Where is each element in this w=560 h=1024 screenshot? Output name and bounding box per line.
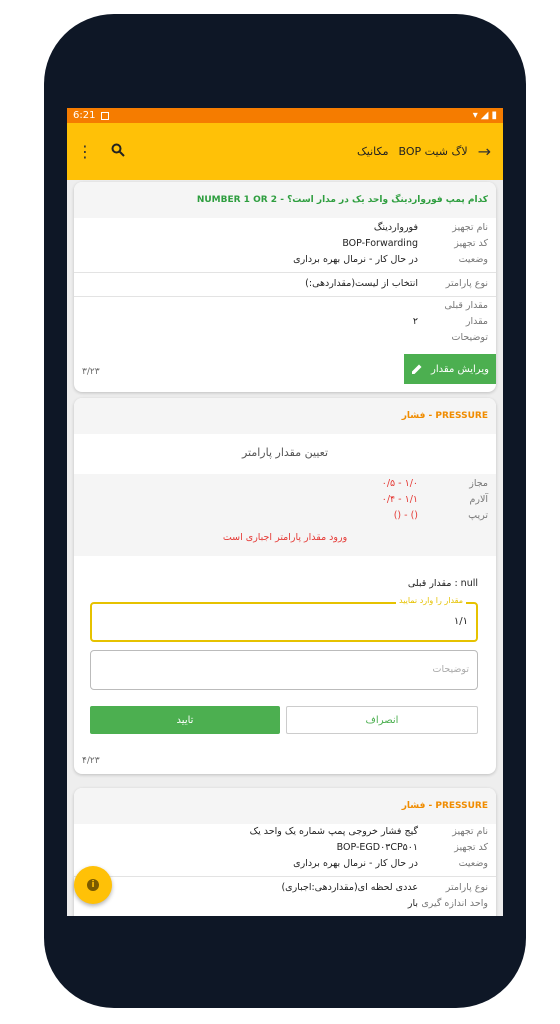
alarm-range: ۱/۱ - ۰/۴ — [381, 494, 418, 505]
battery-icon: ▮ — [491, 110, 497, 121]
status-time: 6:21 — [73, 110, 96, 121]
label-equipment-code: کد تجهیز — [454, 842, 488, 853]
description-placeholder: توضیحات — [432, 664, 469, 675]
divider — [74, 876, 496, 877]
wifi-icon: ▾ — [472, 110, 478, 121]
label-equipment-name: نام تجهیز — [452, 826, 488, 837]
card-title: فشار - PRESSURE — [401, 801, 488, 811]
current-value: ۲ — [412, 316, 418, 327]
search-icon[interactable] — [111, 142, 125, 161]
description-input[interactable]: توضیحات — [90, 650, 478, 690]
required-message: ورود مقدار پارامتر اجباری است — [222, 532, 348, 543]
limits-block: مجاز ۱/۰ - ۰/۵ آلارم ۱/۱ - ۰/۴ تریپ () -… — [74, 474, 496, 556]
value-input[interactable]: مقدار را وارد نمایید ۱/۱ — [90, 596, 478, 642]
label-equipment-name: نام تجهیز — [452, 222, 488, 233]
back-arrow-icon[interactable]: → — [478, 142, 491, 161]
app-bar: ⋮ → لاگ شیت BOP مکانیک — [67, 123, 503, 180]
card-question: کدام پمپ فورواردینگ واحد یک در مدار است؟… — [196, 195, 488, 205]
parameter-card-pressure-gauge: فشار - PRESSURE نام تجهیز گیج فشار خروجی… — [74, 788, 496, 916]
value-input-label: مقدار را وارد نمایید — [396, 596, 466, 605]
page-indicator: ۴/۲۳ — [82, 756, 100, 766]
page-indicator: ۳/۲۳ — [82, 367, 100, 377]
confirm-button[interactable]: تایید — [90, 706, 280, 734]
label-description: توضیحات — [451, 332, 488, 343]
cancel-button[interactable]: انصراف — [286, 706, 478, 734]
info-fab-button[interactable]: i — [74, 866, 112, 904]
label-status: وضعیت — [458, 254, 488, 265]
param-type-value: عددی لحظه ای(مقداردهی:اجباری) — [281, 882, 418, 893]
label-alarm: آلارم — [469, 494, 488, 505]
app-title: لاگ شیت BOP — [398, 145, 468, 158]
param-type-value: انتخاب از لیست(مقداردهی:) — [305, 278, 418, 289]
notification-icon — [101, 111, 110, 120]
status-bar: 6:21 ▾ ◢ ▮ — [67, 108, 503, 123]
parameter-card-pressure-entry: فشار - PRESSURE تعیین مقدار پارامتر مجاز… — [74, 398, 496, 774]
label-equipment-code: کد تجهیز — [454, 238, 488, 249]
equipment-name: فورواردینگ — [373, 222, 418, 233]
status-value: در حال کار - نرمال بهره برداری — [293, 858, 418, 869]
app-screen: 6:21 ▾ ◢ ▮ ⋮ → لاگ شیت BOP مکانیک کدام پ… — [67, 108, 503, 916]
info-icon: i — [87, 879, 99, 891]
status-value: در حال کار - نرمال بهره برداری — [293, 254, 418, 265]
more-vert-icon[interactable]: ⋮ — [77, 142, 93, 161]
label-param-type: نوع پارامتر — [445, 278, 488, 289]
label-unit: واحد اندازه گیری — [421, 898, 488, 909]
label-value: مقدار — [465, 316, 488, 327]
parameter-card-forwarding: کدام پمپ فورواردینگ واحد یک در مدار است؟… — [74, 182, 496, 392]
divider — [74, 272, 496, 273]
label-status: وضعیت — [458, 858, 488, 869]
set-value-title: تعیین مقدار پارامتر — [241, 446, 329, 459]
unit-value: بار — [407, 898, 418, 909]
signal-icon: ◢ — [480, 110, 489, 121]
equipment-code: BOP-Forwarding — [342, 238, 418, 249]
app-subtitle: مکانیک — [356, 145, 389, 158]
label-allowed: مجاز — [469, 478, 488, 489]
label-prev-value: مقدار قبلی — [444, 300, 488, 311]
value-input-text: ۱/۱ — [453, 616, 468, 627]
status-icons: ▾ ◢ ▮ — [473, 110, 497, 121]
edit-value-button[interactable]: ویرایش مقدار — [404, 354, 496, 384]
label-param-type: نوع پارامتر — [445, 882, 488, 893]
label-trip: تریپ — [468, 510, 488, 521]
equipment-name: گیج فشار خروجی پمپ شماره یک واحد یک — [249, 826, 418, 837]
edit-value-label: ویرایش مقدار — [431, 363, 489, 375]
pencil-icon — [412, 364, 422, 374]
card-title: فشار - PRESSURE — [401, 411, 488, 421]
divider — [74, 296, 496, 297]
prev-value: مقدار قبلی : null — [407, 578, 478, 589]
allowed-range: ۱/۰ - ۰/۵ — [381, 478, 418, 489]
trip-range: () - () — [393, 510, 418, 521]
equipment-code: BOP-EGD۰۳CP۵۰۱ — [336, 842, 418, 853]
